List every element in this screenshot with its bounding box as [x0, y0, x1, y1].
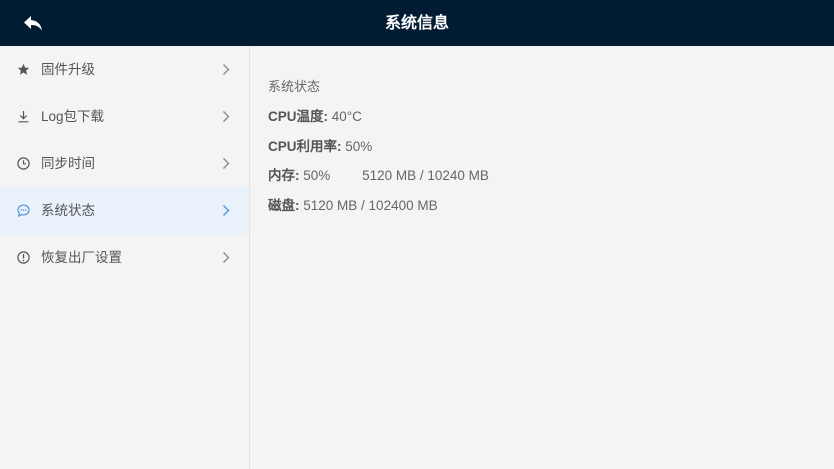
chevron-right-icon — [222, 110, 230, 123]
cpu-usage-label: CPU利用率: — [268, 139, 342, 154]
app: 系统信息 固件升级 Log包下载 同步时间 系统状态 恢复出厂设置 系统状态 C… — [0, 0, 834, 469]
main-content: 系统状态 CPU温度: 40°C CPU利用率: 50% 内存: 50% 512… — [250, 46, 834, 469]
cpu-temperature-label: CPU温度: — [268, 109, 328, 124]
sidebar-item-label: Log包下载 — [41, 109, 105, 124]
chevron-right-icon — [222, 204, 230, 217]
download-icon — [17, 110, 30, 123]
memory-row: 内存: 50% 5120 MB / 10240 MB — [268, 164, 489, 184]
cpu-usage-value: 50% — [345, 139, 373, 154]
sidebar-item-factory-reset[interactable]: 恢复出厂设置 — [0, 234, 249, 281]
sidebar-item-label: 同步时间 — [41, 156, 95, 171]
memory-detail: 5120 MB / 10240 MB — [362, 168, 489, 183]
memory-label: 内存: — [268, 168, 300, 183]
chat-bubble-icon — [17, 204, 30, 218]
page-title: 系统信息 — [384, 15, 449, 32]
sidebar-item-firmware-upgrade[interactable]: 固件升级 — [0, 46, 249, 93]
cpu-temperature-row: CPU温度: 40°C — [268, 105, 362, 125]
sidebar: 固件升级 Log包下载 同步时间 系统状态 恢复出厂设置 — [0, 46, 250, 469]
info-circle-icon — [17, 251, 30, 264]
chevron-right-icon — [222, 157, 230, 170]
disk-row: 磁盘: 5120 MB / 102400 MB — [268, 194, 438, 214]
sidebar-item-label: 系统状态 — [41, 203, 95, 218]
star-icon — [17, 63, 30, 76]
header-bar: 系统信息 — [0, 0, 834, 46]
sidebar-item-system-status[interactable]: 系统状态 — [0, 187, 249, 234]
cpu-usage-row: CPU利用率: 50% — [268, 135, 372, 155]
memory-value: 50% — [303, 168, 331, 183]
sidebar-item-label: 恢复出厂设置 — [41, 250, 122, 265]
sidebar-item-label: 固件升级 — [41, 62, 95, 77]
sidebar-item-log-download[interactable]: Log包下载 — [0, 93, 249, 140]
chevron-right-icon — [222, 63, 230, 76]
disk-value: 5120 MB / 102400 MB — [303, 198, 438, 213]
cpu-temperature-value: 40°C — [331, 109, 362, 124]
section-title: 系统状态 — [268, 79, 321, 94]
clock-icon — [17, 157, 30, 170]
chevron-right-icon — [222, 251, 230, 264]
sidebar-item-sync-time[interactable]: 同步时间 — [0, 140, 249, 187]
disk-label: 磁盘: — [268, 198, 300, 213]
